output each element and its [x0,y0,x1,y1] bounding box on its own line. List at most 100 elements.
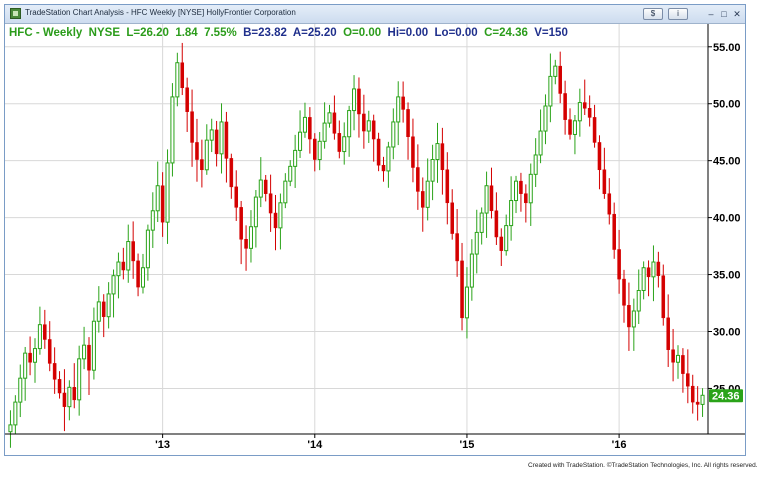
maximize-button[interactable]: □ [718,9,730,19]
candle-body-down [273,212,278,229]
candle-body-up [302,116,307,133]
candle-body-down [185,87,189,112]
candle-body-up [514,180,519,202]
candle-body-down [308,117,312,140]
quote-symbol: HFC - Weekly [9,27,83,39]
candle-body-down [597,142,602,171]
quote-exchange: NYSE [88,27,120,39]
candle-body-up [278,202,283,229]
candle-body-up [37,324,42,350]
candle-body-up [258,179,263,198]
candle-body-down [563,93,567,120]
candle-body-up [298,131,303,151]
chart-area[interactable]: 25.0030.0035.0040.0045.0050.0055.00 '13'… [5,23,745,455]
candle-body-up [288,165,293,182]
candle-body-down [524,193,528,204]
candle-body-up [248,226,253,249]
quote-volume: V=150 [534,27,568,39]
candle-body-down [28,352,32,363]
candle-body-down [582,102,587,109]
candle-body-up [504,225,509,252]
x-tick-label: '16 [612,439,627,451]
price-chart[interactable]: 25.0030.0035.0040.0045.0050.0055.00 '13'… [5,24,745,456]
candle-body-down [617,249,621,280]
candle-body-down [607,193,612,215]
candle-body-up [283,180,288,204]
candle-body-up [82,344,87,360]
candle-body-down [489,185,494,212]
candle-body-down [224,121,229,159]
quote-last: L=26.20 [126,27,169,39]
candle-body-down [686,373,690,387]
candle-body-down [136,260,140,288]
candle-body-down [200,159,204,171]
candle-body-up [572,120,577,135]
title-bar[interactable]: TradeStation Chart Analysis - HFC Weekly… [5,5,745,23]
candle-body-up [219,121,224,155]
candle-body-down [357,88,361,115]
candle-body-down [460,260,464,319]
candle-body-down [381,164,386,172]
candle-body-down [646,267,651,278]
quote-low: Lo=0.00 [434,27,478,39]
candle-body-down [371,120,376,140]
info-button[interactable]: i [668,8,688,20]
candle-body-up [253,196,258,228]
close-button[interactable]: ✕ [731,9,743,19]
dollar-button[interactable]: $ [643,8,663,20]
candle-body-up [425,180,430,208]
candle-body-down [494,210,499,238]
candle-body-down [337,133,342,152]
candle-body-down [568,119,572,135]
candle-body-up [126,241,131,271]
candle-body-down [52,363,57,380]
candle-body-up [479,212,484,233]
candle-body-down [416,167,420,192]
tradestation-app-icon [10,8,21,19]
minimize-button[interactable]: – [705,9,717,19]
candle-body-up [150,210,155,231]
candle-body-down [234,186,239,208]
candle-body-down [244,239,248,249]
candle-body-up [96,301,101,322]
candle-body-up [18,377,23,403]
y-tick-label: 55.00 [713,42,741,54]
candle-body-down [450,202,454,234]
candle-body-up [293,149,298,167]
candle-body-up [484,185,489,214]
candle-body-up [533,154,538,175]
candle-body-up [396,96,401,123]
candle-body-down [406,109,410,137]
candle-body-up [106,293,111,318]
candle-body-down [313,138,317,160]
candle-body-up [165,162,170,223]
candle-body-up [553,65,558,77]
candle-body-down [332,112,337,134]
window-title: TradeStation Chart Analysis - HFC Weekly… [25,8,296,17]
candle-body-down [214,129,219,155]
x-axis-ticks: '13 '14 '15 '16 [155,434,627,451]
candle-body-down [62,392,67,407]
copyright-footer: Created with TradeStation. ©TradeStation… [528,462,758,469]
candle-body-down [131,241,135,262]
candle-body-down [666,317,670,350]
y-tick-label: 50.00 [713,99,741,111]
x-tick-label: '13 [155,439,170,451]
candle-body-down [499,236,504,251]
candle-body-up [23,352,28,379]
candle-body-down [180,62,185,89]
candle-body-up [543,105,548,132]
candle-body-down [558,65,562,94]
y-tick-label: 45.00 [713,156,741,168]
candle-body-up [116,261,121,277]
candle-body-up [342,136,347,153]
candle-body-up [317,140,322,161]
candle-body-down [411,136,415,168]
candle-body-up [67,386,72,408]
candle-body-up [8,424,13,433]
candle-body-up [577,102,582,122]
candle-body-down [587,108,592,118]
candle-body-down [101,301,106,317]
candle-body-up [430,159,435,182]
candle-body-down [72,387,77,401]
